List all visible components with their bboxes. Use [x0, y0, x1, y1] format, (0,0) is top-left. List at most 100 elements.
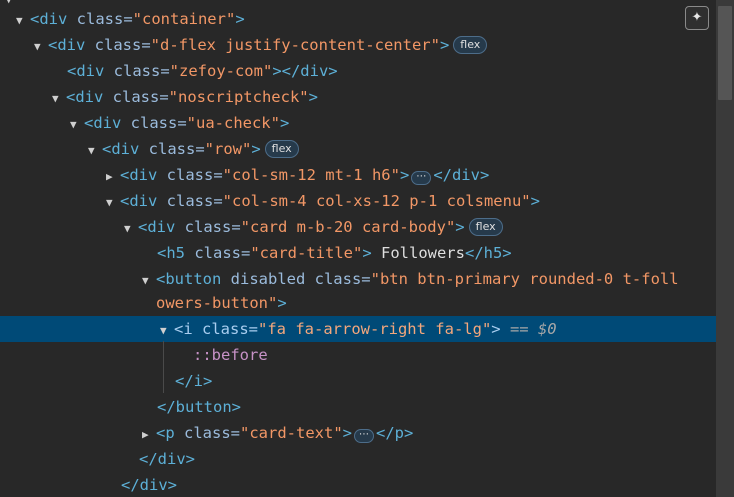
tag-close: >	[277, 294, 287, 312]
console-reference: $0	[537, 320, 557, 338]
dom-node-card-close[interactable]: </div>	[0, 446, 716, 472]
tag-close: >	[308, 88, 318, 106]
attr-name: class=	[121, 114, 187, 132]
tag-open: <div	[66, 88, 104, 106]
expand-arrow-icon[interactable]: ▼	[16, 8, 30, 34]
expand-arrow-icon[interactable]: ▼	[124, 216, 138, 242]
attr-value: "card-text"	[240, 424, 343, 442]
dom-node-card-title[interactable]: <h5 class="card-title"> Followers</h5>	[0, 240, 716, 266]
attr-value: "row"	[204, 140, 252, 158]
collapse-arrow-icon[interactable]: ▶	[142, 422, 156, 448]
attr-name: class=	[67, 10, 133, 28]
attr-value: "card-title"	[250, 244, 363, 262]
attr-name: class=	[85, 36, 151, 54]
attr-name: disabled class=	[221, 270, 371, 288]
attr-name: class=	[157, 166, 223, 184]
tag-close: >	[491, 320, 501, 338]
attr-value: "col-sm-4 col-xs-12 p-1 colsmenu"	[222, 192, 531, 210]
tag-open: <div	[138, 218, 176, 236]
vertical-scrollbar[interactable]	[716, 0, 734, 497]
tag-close: >	[362, 244, 372, 262]
tag-open: <h5	[157, 244, 185, 262]
text-node: Followers	[371, 244, 465, 262]
tag-end: </p>	[376, 424, 414, 442]
dom-node-noscriptcheck[interactable]: ▼ <div class="noscriptcheck">	[0, 84, 716, 110]
dom-node-col-close[interactable]: </div>	[0, 472, 716, 497]
dom-node-button-continued[interactable]: owers-button">	[0, 291, 716, 315]
tag-close: >	[439, 36, 450, 54]
attr-name: class=	[175, 218, 241, 236]
collapse-arrow-icon[interactable]: ▶	[106, 164, 120, 190]
attr-value: "btn btn-primary rounded-0 t-foll	[370, 270, 679, 288]
tag-open: <div	[30, 10, 68, 28]
flex-badge[interactable]: flex	[264, 140, 299, 158]
nesting-guide-line	[163, 341, 164, 393]
tag-end: </h5>	[464, 244, 512, 262]
dom-node-d-flex[interactable]: ▼ <div class="d-flex justify-content-cent…	[0, 32, 716, 58]
tag-close: >	[455, 218, 465, 236]
tag-open: <div	[84, 114, 122, 132]
flex-badge[interactable]: flex	[453, 36, 488, 54]
tag-end: </div>	[139, 450, 195, 468]
attr-value-continued: owers-button"	[156, 294, 278, 312]
tag-open: <div	[120, 192, 158, 210]
tag-close: >	[342, 424, 352, 442]
tag-close: ></div>	[272, 62, 338, 80]
tag-open: <div	[102, 140, 140, 158]
tag-close: >	[251, 140, 261, 158]
ellipsis-expand-button[interactable]: ⋯	[411, 171, 432, 185]
tag-close: >	[279, 114, 290, 132]
elements-dom-tree: ▼ ▼ <div class="container"> ▼ <div class="…	[0, 0, 716, 497]
attr-value: "ua-check"	[186, 114, 280, 132]
expand-arrow-icon[interactable]: ▼	[52, 86, 66, 112]
tag-close: >	[235, 10, 245, 28]
dom-node-button[interactable]: ▼ <button disabled class="btn btn-primary…	[0, 266, 716, 292]
tag-end: </div>	[121, 476, 177, 494]
attr-value: "card m-b-20 card-body"	[240, 218, 456, 236]
dom-node-container[interactable]: ▼ <div class="container">	[0, 6, 716, 32]
tag-open: <button	[156, 270, 222, 288]
dom-node-card[interactable]: ▼ <div class="card m-b-20 card-body"> flex	[0, 214, 716, 240]
dom-node-row[interactable]: ▼ <div class="row"> flex	[0, 136, 716, 162]
ellipsis-expand-button[interactable]: ⋯	[354, 429, 374, 443]
tag-open: <p	[156, 424, 175, 442]
dom-node-col-sm-4[interactable]: ▼ <div class="col-sm-4 col-xs-12 p-1 cols…	[0, 188, 716, 214]
attr-name: class=	[139, 140, 205, 158]
attr-value: "d-flex justify-content-center"	[150, 36, 440, 54]
attr-value: "col-sm-12 mt-1 h6"	[222, 166, 400, 184]
attr-value: "container"	[132, 10, 236, 28]
tag-open: <div	[67, 62, 105, 80]
expand-arrow-icon[interactable]: ▼	[70, 112, 84, 138]
dom-node-col-sm-12[interactable]: ▶ <div class="col-sm-12 mt-1 h6"> ⋯ </div>	[0, 162, 716, 188]
tag-end: </div>	[433, 166, 490, 184]
dom-node-zefoy-com[interactable]: <div class="zefoy-com"></div>	[0, 58, 716, 84]
attr-value: "zefoy-com"	[169, 62, 273, 80]
dom-node-ua-check[interactable]: ▼ <div class="ua-check">	[0, 110, 716, 136]
dom-node-card-text[interactable]: ▶ <p class="card-text"> ⋯ </p>	[0, 420, 716, 446]
attr-name: class=	[192, 320, 258, 338]
flex-badge[interactable]: flex	[468, 218, 503, 236]
tag-open: <i	[174, 320, 193, 338]
dom-node-pseudo-before[interactable]: ::before	[0, 342, 716, 368]
dom-node-i-selected[interactable]: ▼ <i class="fa fa-arrow-right fa-lg"> == …	[0, 316, 716, 342]
attr-name: class=	[174, 424, 240, 442]
tag-end: </i>	[175, 372, 213, 390]
attr-value: "noscriptcheck"	[168, 88, 309, 106]
pseudo-element: ::before	[193, 346, 268, 364]
expand-arrow-icon[interactable]: ▼	[106, 190, 120, 216]
attr-name: class=	[103, 88, 169, 106]
scrollbar-thumb[interactable]	[718, 6, 732, 100]
dom-node-i-close[interactable]: </i>	[0, 368, 716, 394]
attr-name: class=	[104, 62, 170, 80]
tag-open: <div	[48, 36, 86, 54]
attr-name: class=	[185, 244, 251, 262]
tag-close: >	[530, 192, 540, 210]
attr-name: class=	[157, 192, 223, 210]
ai-assistant-icon[interactable]: ✦	[685, 6, 709, 30]
attr-value: "fa fa-arrow-right fa-lg"	[258, 320, 492, 338]
dom-node-button-close[interactable]: </button>	[0, 394, 716, 420]
expand-arrow-icon[interactable]: ▼	[88, 138, 102, 164]
tag-end: </button>	[157, 398, 241, 416]
expand-arrow-icon[interactable]: ▼	[34, 34, 48, 60]
tag-open: <div	[120, 166, 158, 184]
